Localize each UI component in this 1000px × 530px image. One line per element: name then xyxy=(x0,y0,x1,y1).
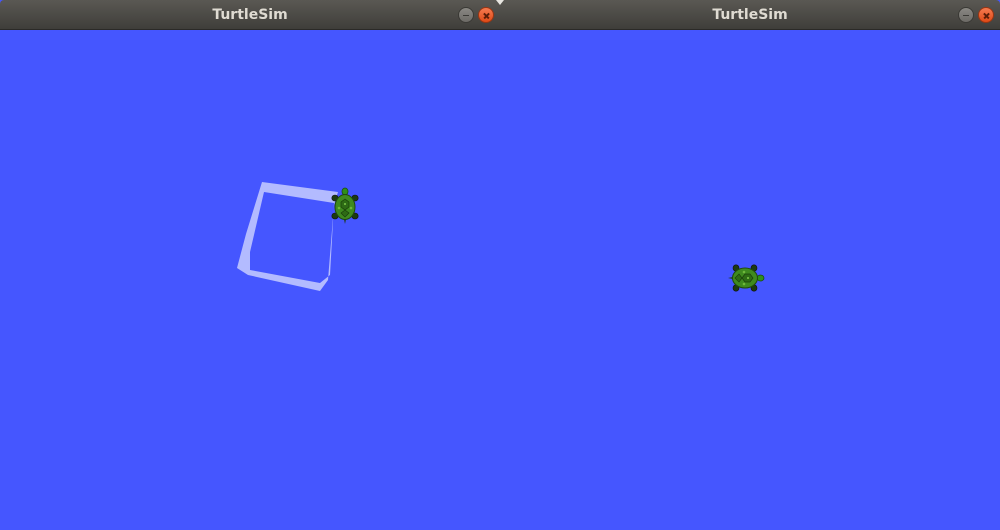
minimize-icon[interactable] xyxy=(958,7,974,23)
turtle-canvas xyxy=(500,30,1000,530)
titlebar[interactable]: TurtleSim xyxy=(0,0,500,30)
pen-trail xyxy=(237,182,338,291)
close-icon[interactable] xyxy=(478,7,494,23)
minimize-icon[interactable] xyxy=(458,7,474,23)
turtle-icon xyxy=(728,264,765,292)
window-title: TurtleSim xyxy=(212,7,288,23)
turtle-icon xyxy=(331,187,359,224)
turtlesim-window-right: TurtleSim xyxy=(500,0,1000,530)
turtle-canvas xyxy=(0,30,500,530)
titlebar[interactable]: TurtleSim xyxy=(500,0,1000,30)
close-icon[interactable] xyxy=(978,7,994,23)
window-divider-notch xyxy=(496,0,504,5)
turtlesim-window-left: TurtleSim xyxy=(0,0,500,530)
window-title: TurtleSim xyxy=(712,7,788,23)
